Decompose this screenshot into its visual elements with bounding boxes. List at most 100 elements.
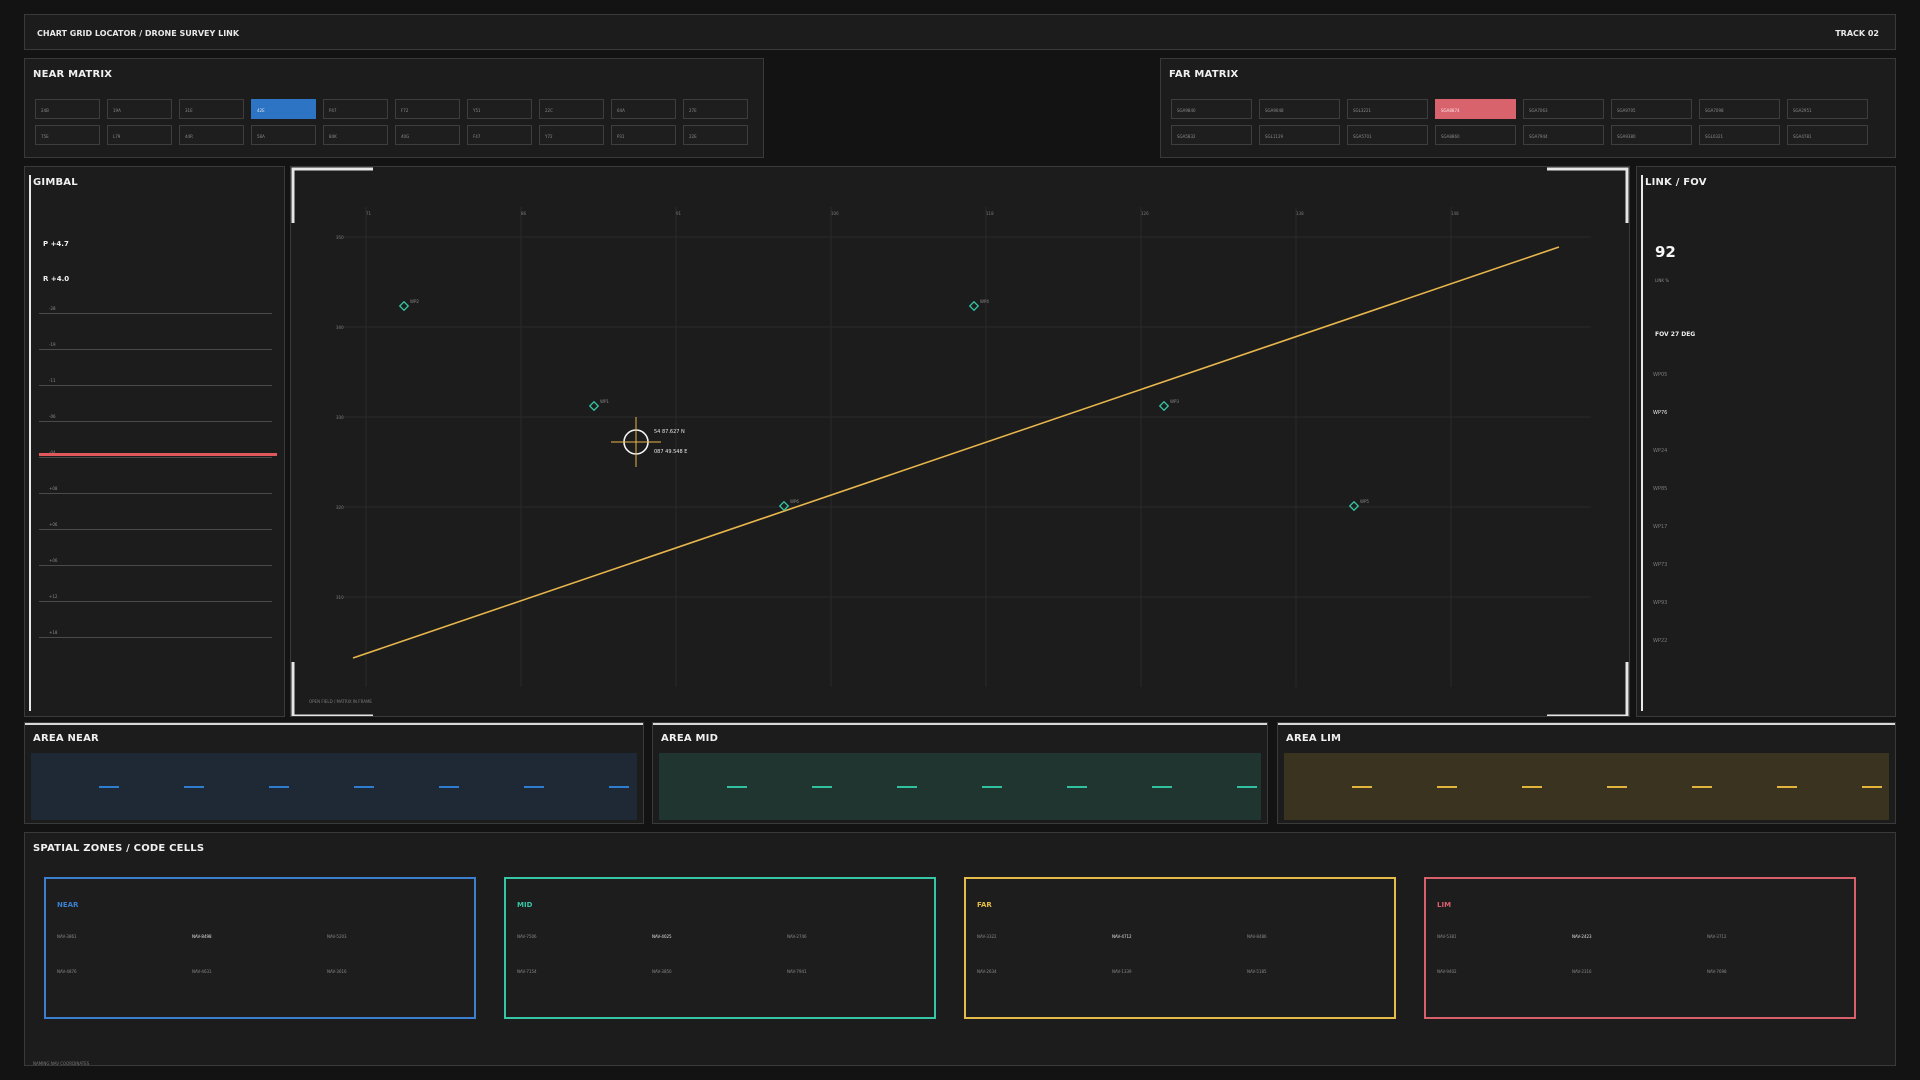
map-plot-panel[interactable]: 71 86 91 106 118 126 138 148 350 340 330 320 310 WP… <box>290 166 1630 717</box>
far-matrix-cell[interactable]: SGA9705 <box>1611 99 1692 119</box>
waypoint-list-item[interactable]: WP24 <box>1653 448 1667 454</box>
zone-code[interactable]: NAV-2746 <box>787 934 807 939</box>
zone-code[interactable]: NAV-4025 <box>652 934 672 939</box>
waypoint-markers: WP2 WP4 WP1 WP3 WP6 WP5 <box>398 299 1370 512</box>
waypoint-list-item[interactable]: WP93 <box>1653 600 1667 606</box>
near-matrix-cell[interactable]: 58A <box>251 125 316 145</box>
near-matrix-cell[interactable]: 42E <box>251 99 316 119</box>
far-matrix-cell[interactable]: SGA5701 <box>1347 125 1428 145</box>
zone-code[interactable]: NAV-2316 <box>1572 969 1592 974</box>
waypoint-marker[interactable]: WP1 <box>588 399 610 412</box>
zone-code[interactable]: NAV-4631 <box>192 969 212 974</box>
near-matrix-cell[interactable]: 22E <box>683 125 748 145</box>
zone-name: LIM <box>1437 901 1452 909</box>
x-axis-labels: 71 86 91 106 118 126 138 148 <box>366 211 1459 216</box>
zone-code[interactable]: NAV-7698 <box>1707 969 1727 974</box>
zone-card-lim[interactable]: LIM NAV-5381 NAV-2423 NAV-3712 NAV-9402 NAV-2… <box>1424 877 1856 1019</box>
area-top-line <box>1278 723 1895 725</box>
zone-code[interactable]: NAV-2423 <box>1572 934 1592 939</box>
waypoint-list-item[interactable]: WP22 <box>1653 638 1667 644</box>
waypoint-marker[interactable]: WP2 <box>398 299 420 312</box>
near-matrix-cell[interactable]: L79 <box>107 125 172 145</box>
near-matrix-cell[interactable]: Y72 <box>539 125 604 145</box>
zone-code[interactable]: NAV-1339 <box>1112 969 1132 974</box>
near-matrix-cell[interactable]: 44R <box>179 125 244 145</box>
zone-code[interactable]: NAV-7154 <box>517 969 537 974</box>
far-matrix-cell[interactable]: SGA5832 <box>1171 125 1252 145</box>
near-matrix-cell[interactable]: 22C <box>539 99 604 119</box>
far-matrix-cell[interactable]: SGL3221 <box>1347 99 1428 119</box>
zone-code[interactable]: NAV-8486 <box>1247 934 1267 939</box>
zone-code[interactable]: NAV-5381 <box>1437 934 1457 939</box>
link-edge-bar <box>1641 175 1643 711</box>
x-axis-label: 118 <box>986 211 994 216</box>
near-matrix-cell[interactable]: P47 <box>323 99 388 119</box>
far-matrix-cell[interactable]: SGA9048 <box>1259 99 1340 119</box>
near-matrix-cell[interactable]: 84K <box>323 125 388 145</box>
zone-code[interactable]: NAV-2634 <box>977 969 997 974</box>
zone-code[interactable]: NAV-3322 <box>977 934 997 939</box>
far-matrix-cell[interactable]: SGA8860 <box>1435 125 1516 145</box>
roll-value: R +4.0 <box>43 275 70 283</box>
far-matrix-cell[interactable]: SGA8874 <box>1435 99 1516 119</box>
gimbal-title: GIMBAL <box>33 177 78 188</box>
spatial-zones-title: SPATIAL ZONES / CODE CELLS <box>33 843 205 854</box>
waypoint-list-item[interactable]: WP17 <box>1653 524 1667 530</box>
waypoint-marker[interactable]: WP5 <box>1348 499 1370 512</box>
zone-code[interactable]: NAV-3861 <box>57 934 77 939</box>
near-matrix-cell[interactable]: 24B <box>35 99 100 119</box>
area-track[interactable] <box>659 753 1261 820</box>
zone-code[interactable]: NAV-4876 <box>57 969 77 974</box>
far-matrix-cell[interactable]: SGA9380 <box>1611 125 1692 145</box>
zone-code[interactable]: NAV-4712 <box>1112 934 1132 939</box>
zone-code[interactable]: NAV-7506 <box>517 934 537 939</box>
far-matrix-cell[interactable]: SGL1129 <box>1259 125 1340 145</box>
zone-code[interactable]: NAV-3616 <box>327 969 347 974</box>
waypoint-marker[interactable]: WP3 <box>1158 399 1180 412</box>
area-track[interactable] <box>1284 753 1889 820</box>
area-track[interactable] <box>31 753 637 820</box>
near-matrix-cell[interactable]: P31 <box>611 125 676 145</box>
far-matrix-cell[interactable]: SGL0321 <box>1699 125 1780 145</box>
near-matrix-cell[interactable]: 31E <box>179 99 244 119</box>
zone-code[interactable]: NAV-3850 <box>652 969 672 974</box>
zone-code[interactable]: NAV-5203 <box>327 934 347 939</box>
far-matrix-cell[interactable]: SGA7098 <box>1699 99 1780 119</box>
far-matrix-cell[interactable]: SGA4781 <box>1787 125 1868 145</box>
gimbal-horizon-indicator[interactable] <box>39 453 277 456</box>
far-matrix-cell[interactable]: SGA7063 <box>1523 99 1604 119</box>
near-matrix-cell[interactable]: 27E <box>683 99 748 119</box>
gimbal-tick-label: -06 <box>49 414 56 419</box>
waypoint-list-item[interactable]: WP05 <box>1653 372 1667 378</box>
far-matrix-cell[interactable]: SGA7944 <box>1523 125 1604 145</box>
pitch-value: P +4.7 <box>43 240 69 248</box>
zone-code[interactable]: NAV-9402 <box>1437 969 1457 974</box>
near-matrix-cell[interactable]: 40G <box>395 125 460 145</box>
area-dash-marker <box>1777 786 1797 788</box>
zone-card-far[interactable]: FAR NAV-3322 NAV-4712 NAV-8486 NAV-2634 NAV-1… <box>964 877 1396 1019</box>
zone-card-mid[interactable]: MID NAV-7506 NAV-4025 NAV-2746 NAV-7154 NAV-3… <box>504 877 936 1019</box>
far-matrix-cell[interactable]: SGA2951 <box>1787 99 1868 119</box>
waypoint-list-item[interactable]: WP85 <box>1653 486 1667 492</box>
zone-code[interactable]: NAV-7941 <box>787 969 807 974</box>
zone-code[interactable]: NAV-3712 <box>1707 934 1727 939</box>
target-crosshair[interactable] <box>611 417 661 467</box>
area-dash-marker <box>897 786 917 788</box>
near-matrix-cell[interactable]: Y51 <box>467 99 532 119</box>
track-label[interactable]: TRACK 02 <box>1835 29 1879 38</box>
area-dash-marker <box>609 786 629 788</box>
corner-top-left <box>291 167 373 223</box>
zone-code[interactable]: NAV-8498 <box>192 934 212 939</box>
gimbal-tick-label: -19 <box>49 342 56 347</box>
near-matrix-cell[interactable]: F72 <box>395 99 460 119</box>
map-plot[interactable]: 71 86 91 106 118 126 138 148 350 340 330 320 310 WP… <box>291 167 1630 717</box>
near-matrix-cell[interactable]: 75E <box>35 125 100 145</box>
far-matrix-cell[interactable]: SGA9840 <box>1171 99 1252 119</box>
near-matrix-cell[interactable]: F47 <box>467 125 532 145</box>
waypoint-list-item[interactable]: WP76 <box>1653 410 1667 416</box>
waypoint-list-item[interactable]: WP73 <box>1653 562 1667 568</box>
zone-code[interactable]: NAV-5185 <box>1247 969 1267 974</box>
zone-card-near[interactable]: NEAR NAV-3861 NAV-8498 NAV-5203 NAV-4876 NAV-… <box>44 877 476 1019</box>
near-matrix-cell[interactable]: 19A <box>107 99 172 119</box>
near-matrix-cell[interactable]: 64A <box>611 99 676 119</box>
